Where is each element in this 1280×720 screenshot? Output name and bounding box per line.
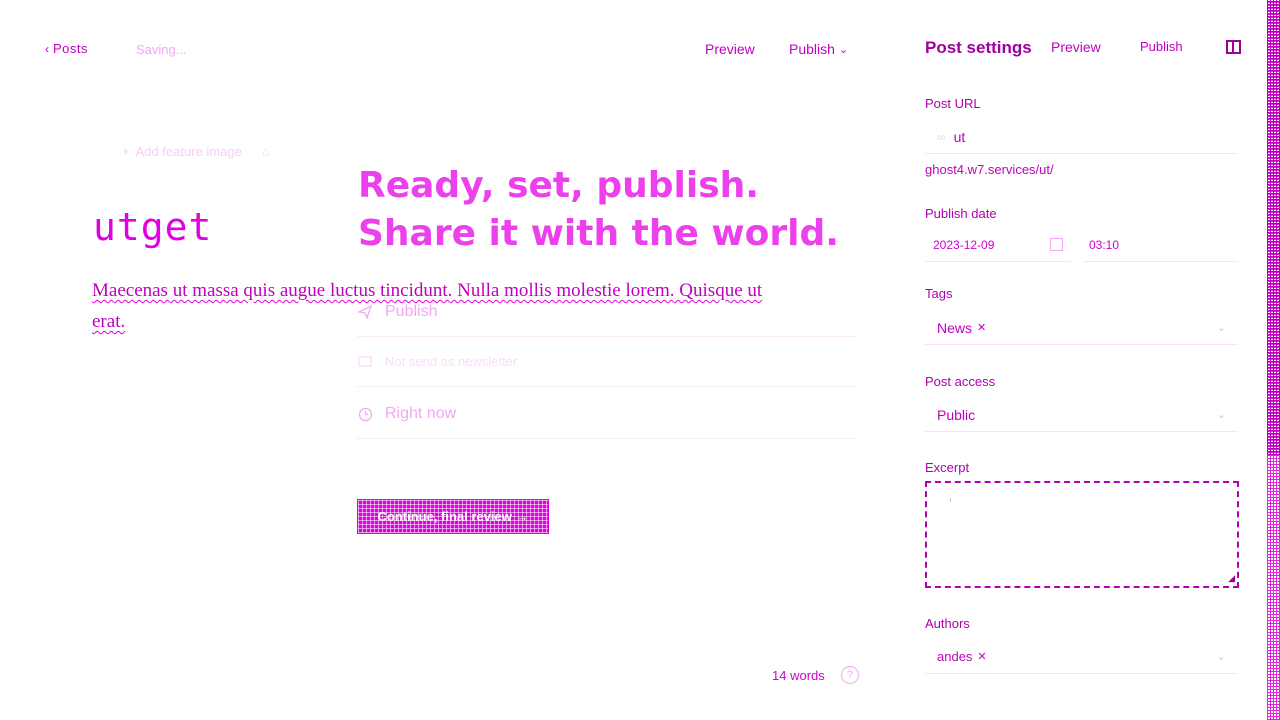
text-cursor <box>950 498 951 502</box>
word-count: 14 words ? <box>772 666 859 684</box>
back-label: Posts <box>53 41 89 56</box>
back-button[interactable]: ‹ Posts <box>45 41 88 56</box>
tags-label: Tags <box>925 286 953 301</box>
close-icon[interactable]: ✕ <box>977 650 986 663</box>
image-icon: ⌂ <box>261 144 270 159</box>
divider <box>357 336 857 337</box>
post-url-input[interactable]: ∞ ut <box>925 120 1238 154</box>
divider <box>357 386 857 387</box>
sidebar-publish-button[interactable]: Publish <box>1140 39 1183 54</box>
post-title-input[interactable]: utget <box>93 205 212 249</box>
excerpt-textarea[interactable]: ◢ <box>925 481 1239 588</box>
continue-final-review-button[interactable]: Continue, final review → <box>357 499 549 534</box>
post-url-full: ghost4.w7.services/ut/ <box>925 162 1054 177</box>
post-access-select[interactable]: Public ⌄ <box>925 398 1238 432</box>
excerpt-label: Excerpt <box>925 460 970 475</box>
tag-chip-label: News <box>937 319 973 336</box>
chevron-down-icon: ⌄ <box>1216 409 1226 421</box>
calendar-icon <box>1050 238 1063 251</box>
tags-input[interactable]: News ✕ ⌄ <box>925 311 1238 345</box>
add-feature-image-button[interactable]: + Add feature image ⌂ <box>122 144 270 159</box>
sidebar-toggle-icon[interactable] <box>1226 40 1241 54</box>
tag-chip[interactable]: News ✕ <box>937 320 986 336</box>
sidebar-preview-button[interactable]: Preview <box>1051 39 1101 55</box>
plus-icon: + <box>122 144 130 159</box>
chevron-left-icon: ‹ <box>45 41 49 56</box>
word-count-text: 14 words <box>772 667 825 683</box>
publish-headline: Ready, set, publish. Share it with the w… <box>358 162 839 258</box>
clock-icon <box>357 406 373 422</box>
post-access-value: Public <box>937 406 976 423</box>
continue-label: Continue, final review → <box>377 509 529 524</box>
publish-headline-line2: Share it with the world. <box>358 213 839 254</box>
author-chip-label: andes <box>937 649 973 664</box>
chevron-down-icon: ⌄ <box>1216 322 1226 334</box>
mail-icon <box>357 353 373 369</box>
post-access-label: Post access <box>925 374 996 389</box>
resize-grip-icon[interactable]: ◢ <box>1228 573 1235 584</box>
chevron-down-icon: ⌄ <box>1216 651 1226 663</box>
publish-date-value: 2023-12-09 <box>933 237 995 252</box>
publish-time-value: 03:10 <box>1089 237 1120 252</box>
publish-option-row[interactable]: Publish <box>357 303 437 321</box>
chevron-down-icon: ⌄ <box>838 43 849 56</box>
publish-date-input[interactable]: 2023-12-09 <box>925 228 1071 262</box>
close-icon[interactable]: ✕ <box>977 321 986 334</box>
publish-headline-line1: Ready, set, publish. <box>358 165 759 206</box>
sidebar-title: Post settings <box>925 38 1032 57</box>
preview-button[interactable]: Preview <box>705 41 755 57</box>
post-title-text: utget <box>93 205 213 249</box>
publish-time-input[interactable]: 03:10 <box>1083 228 1238 262</box>
editor-area: ‹ Posts Saving... Preview Publish ⌄ + Ad… <box>0 0 905 720</box>
help-icon[interactable]: ? <box>840 666 859 684</box>
newsletter-option-row[interactable]: Not send as newsletter <box>357 353 517 369</box>
post-body[interactable]: Maecenas ut massa quis augue luctus tinc… <box>92 275 792 337</box>
divider <box>357 438 857 439</box>
author-chip[interactable]: andes ✕ <box>937 649 987 664</box>
publish-dropdown[interactable]: Publish ⌄ <box>789 41 848 57</box>
publish-time-label: Right now <box>385 405 457 422</box>
authors-label: Authors <box>925 616 970 631</box>
publish-option-label: Publish <box>385 303 438 320</box>
save-status: Saving... <box>136 42 187 57</box>
publish-dropdown-label: Publish <box>789 41 835 57</box>
post-url-label: Post URL <box>925 96 981 111</box>
sidebar-scrollbar-thumb[interactable] <box>1267 0 1280 455</box>
feature-image-label: Add feature image <box>135 144 242 159</box>
authors-input[interactable]: andes ✕ ⌄ <box>925 640 1238 674</box>
publish-time-row[interactable]: Right now <box>357 405 456 423</box>
newsletter-option-label: Not send as newsletter <box>385 353 518 369</box>
publish-date-label: Publish date <box>925 206 997 221</box>
post-url-value: ut <box>953 128 966 145</box>
link-icon: ∞ <box>937 129 946 144</box>
send-icon <box>357 304 373 320</box>
